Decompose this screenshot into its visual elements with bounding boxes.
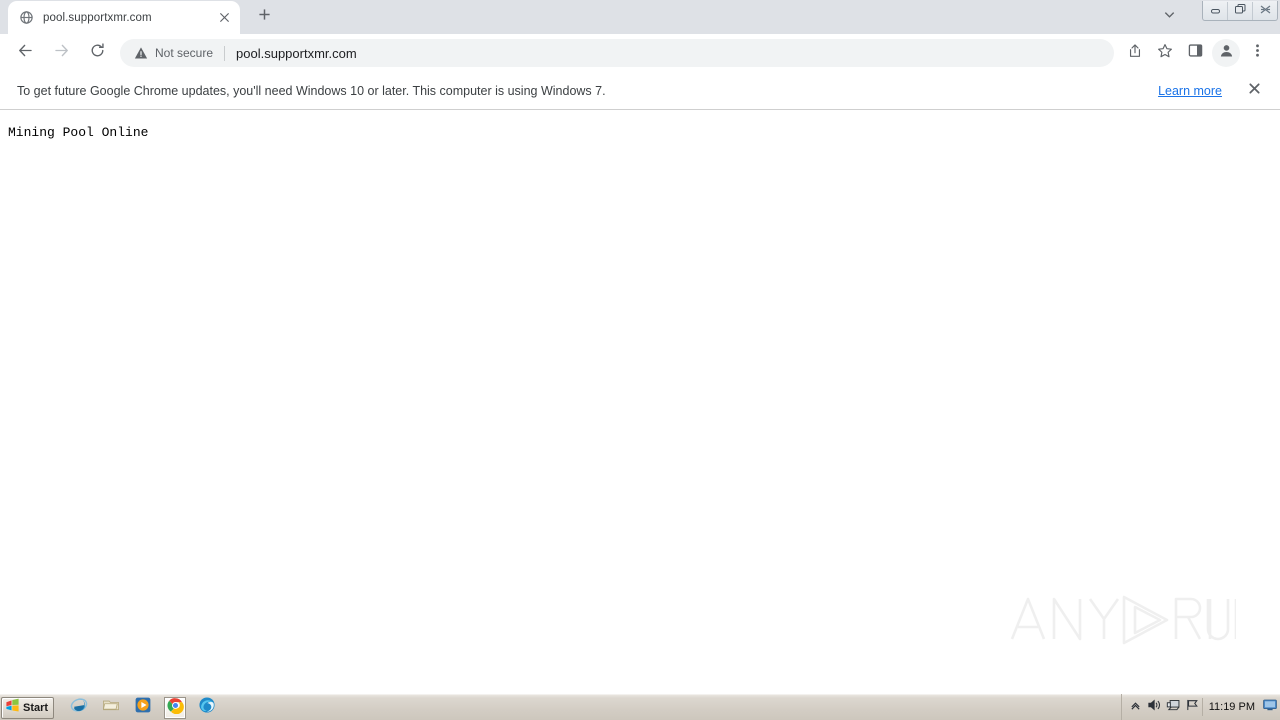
share-button[interactable]	[1122, 40, 1148, 66]
update-notification-bar: To get future Google Chrome updates, you…	[0, 72, 1280, 110]
windows-flag-icon	[5, 698, 20, 718]
globe-icon	[18, 10, 34, 26]
tray-divider	[1201, 698, 1203, 716]
plus-icon	[258, 8, 271, 26]
start-button[interactable]: Start	[1, 696, 54, 719]
taskbar-item-microsoft-edge[interactable]	[196, 697, 218, 719]
windows-taskbar: Start 11:19 PM	[0, 694, 1280, 720]
folder-icon	[102, 696, 120, 719]
window-controls	[1202, 1, 1278, 21]
chevron-up-icon	[1130, 698, 1141, 716]
volume-button[interactable]	[1145, 697, 1164, 717]
taskbar-item-google-chrome[interactable]	[164, 696, 186, 719]
media-player-icon	[134, 696, 152, 719]
taskbar-item-windows-explorer[interactable]	[100, 697, 122, 719]
taskbar-clock[interactable]: 11:19 PM	[1209, 701, 1255, 713]
url-text[interactable]: pool.supportxmr.com	[236, 46, 357, 61]
show-desktop-button[interactable]	[1262, 697, 1278, 717]
share-icon	[1127, 43, 1143, 64]
back-button[interactable]	[11, 39, 39, 67]
reload-button[interactable]	[83, 39, 111, 67]
three-dots-vertical-icon	[1250, 43, 1265, 63]
tab-pool-supportxmr[interactable]: pool.supportxmr.com	[8, 1, 240, 34]
bookmark-button[interactable]	[1152, 40, 1178, 66]
arrow-right-icon	[53, 42, 70, 64]
browser-toolbar: Not secure pool.supportxmr.com	[0, 34, 1280, 72]
internet-explorer-icon	[70, 696, 88, 719]
infobar-close-button[interactable]	[1244, 81, 1264, 101]
forward-button[interactable]	[47, 39, 75, 67]
speaker-icon	[1147, 698, 1162, 717]
taskbar-item-windows-media-player[interactable]	[132, 697, 154, 719]
minimize-icon	[1209, 2, 1222, 20]
security-status-label: Not secure	[155, 46, 214, 60]
system-tray: 11:19 PM	[1120, 694, 1280, 720]
reload-icon	[89, 42, 106, 64]
quick-launch-bar	[68, 696, 218, 719]
tab-strip: pool.supportxmr.com	[0, 0, 1280, 34]
close-icon	[1259, 2, 1272, 20]
tab-title: pool.supportxmr.com	[43, 11, 152, 24]
side-panel-icon	[1188, 43, 1203, 63]
network-button[interactable]	[1164, 697, 1183, 717]
window-minimize-button[interactable]	[1203, 1, 1228, 20]
profile-button[interactable]	[1212, 39, 1240, 67]
chevron-down-icon	[1163, 8, 1176, 26]
browser-menu-button[interactable]	[1244, 40, 1270, 66]
learn-more-link[interactable]: Learn more	[1158, 84, 1222, 98]
anyrun-watermark	[1004, 587, 1236, 653]
page-content: Mining Pool Online	[0, 111, 1280, 694]
infobar-message: To get future Google Chrome updates, you…	[17, 83, 606, 98]
network-icon	[1166, 698, 1181, 717]
person-icon	[1218, 42, 1235, 64]
tab-search-button[interactable]	[1156, 4, 1182, 30]
tab-close-icon[interactable]	[216, 10, 232, 26]
show-hidden-icons-button[interactable]	[1126, 697, 1145, 717]
window-restore-button[interactable]	[1228, 1, 1253, 20]
restore-icon	[1234, 2, 1247, 20]
taskbar-item-internet-explorer[interactable]	[68, 697, 90, 719]
side-panel-button[interactable]	[1182, 40, 1208, 66]
close-icon	[1248, 82, 1261, 100]
browser-window: pool.supportxmr.com Not secure pool.supp…	[0, 0, 1280, 720]
show-desktop-icon	[1263, 698, 1277, 716]
window-close-button[interactable]	[1253, 2, 1277, 20]
start-label: Start	[23, 701, 49, 714]
omnibox-divider	[224, 45, 226, 61]
action-center-button[interactable]	[1183, 697, 1202, 717]
address-bar[interactable]: Not secure pool.supportxmr.com	[120, 39, 1114, 67]
star-icon	[1157, 43, 1173, 64]
flag-icon	[1185, 698, 1200, 717]
new-tab-button[interactable]	[250, 3, 278, 31]
page-body-text: Mining Pool Online	[8, 125, 149, 140]
chrome-icon	[166, 697, 184, 719]
warning-triangle-icon	[134, 46, 149, 61]
edge-icon	[198, 696, 216, 719]
arrow-left-icon	[17, 42, 34, 64]
